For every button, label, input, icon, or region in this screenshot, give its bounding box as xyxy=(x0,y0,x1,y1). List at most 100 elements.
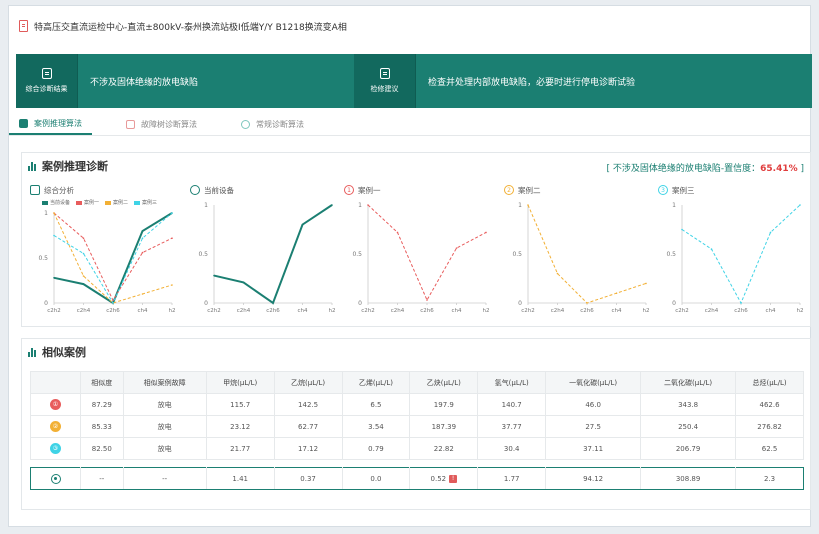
table-row[interactable]: ① 87.29 放电 115.7 142.5 6.5 197.9 140.7 46.0 343.8… xyxy=(30,393,804,416)
x-tick-label: c2h4 xyxy=(705,308,719,314)
result-tag-label: 综合诊断结果 xyxy=(25,85,68,93)
x-tick-label: c2h6 xyxy=(420,308,434,314)
table-cell: 250.4 xyxy=(640,415,737,438)
series-line xyxy=(53,212,173,305)
cloud-icon xyxy=(241,120,250,129)
tab-label: 常规诊断算法 xyxy=(256,120,304,129)
table-cell: 0.37 xyxy=(273,467,343,490)
y-tick-label: 1 xyxy=(518,202,522,209)
y-tick-label: 0.5 xyxy=(198,251,208,258)
data-point xyxy=(740,302,742,304)
y-tick-label: 1 xyxy=(44,210,48,217)
column-header: 乙烯(μL/L) xyxy=(341,371,411,394)
rank-cell: ② xyxy=(30,415,81,438)
tab-label: 故障树诊断算法 xyxy=(141,120,197,129)
rank-badge: ① xyxy=(50,399,61,410)
table-cell: 94.12 xyxy=(545,467,642,490)
table-cell: 276.82 xyxy=(735,415,804,438)
y-tick-label: 0.5 xyxy=(512,251,522,258)
y-tick-label: 0 xyxy=(518,300,522,307)
data-point xyxy=(272,302,274,304)
case-3-icon: 3 xyxy=(658,185,668,195)
cell-value: 1.41 xyxy=(232,474,248,483)
bar-chart-icon xyxy=(28,347,36,357)
current-device-cell xyxy=(30,467,81,490)
table-cell: 2.3 xyxy=(735,467,804,490)
data-point xyxy=(615,292,618,294)
table-cell: 140.7 xyxy=(477,393,547,416)
y-tick-label: 1 xyxy=(672,202,676,209)
case-reasoning-panel: 案例推理诊断 [ 不涉及固体绝缘的放电缺陷-置信度：65.41% ] 综合分析 … xyxy=(21,152,811,327)
data-point xyxy=(53,234,55,237)
current-device-row[interactable]: -- -- 1.41 0.37 0.0 0.52! 1.77 94.12 308.89 2.3 xyxy=(30,467,804,490)
panel-header: 相似案例 xyxy=(22,339,810,365)
tree-icon xyxy=(126,120,135,129)
advice-tag-label: 检修建议 xyxy=(370,85,399,93)
panel-title: 相似案例 xyxy=(42,346,86,359)
spacer-row xyxy=(31,460,804,468)
table-cell: 46.0 xyxy=(545,393,642,416)
table-cell: -- xyxy=(80,467,124,490)
chart-case-3: 3 案例三 0 0.5 1 c2h2 c2h4 c2h6 ch4 h2 xyxy=(658,183,808,323)
data-point xyxy=(53,277,55,279)
x-tick-label: ch4 xyxy=(451,308,462,314)
table-row[interactable]: ② 85.33 放电 23.12 62.77 3.54 187.39 37.77 27.5 250… xyxy=(30,415,804,438)
case-2-icon: 2 xyxy=(504,185,514,195)
copy-icon xyxy=(30,185,40,195)
data-point xyxy=(171,212,173,214)
table-cell: 0.52! xyxy=(409,467,479,490)
chart-case-1: 1 案例一 0 0.5 1 c2h2 c2h4 c2h6 ch4 h2 xyxy=(344,183,494,323)
table-cell: 30.4 xyxy=(477,437,547,460)
table-cell: 142.5 xyxy=(273,393,343,416)
y-tick-label: 0.5 xyxy=(38,255,48,262)
cell-value: 0.37 xyxy=(300,474,316,483)
table-row[interactable]: ③ 82.50 放电 21.77 17.12 0.79 22.82 30.4 37.11 206.… xyxy=(30,437,804,460)
rank-cell: ① xyxy=(30,393,81,416)
x-tick-label: c2h6 xyxy=(734,308,748,314)
data-point xyxy=(82,283,85,285)
table-cell: 462.6 xyxy=(735,393,804,416)
warning-icon[interactable]: ! xyxy=(449,474,458,483)
x-tick-label: c2h4 xyxy=(237,308,251,314)
conclusion-suffix: ] xyxy=(797,164,804,174)
data-point xyxy=(171,284,173,286)
table-cell: 17.12 xyxy=(273,437,343,460)
series-line xyxy=(53,212,173,304)
tab-case-reasoning[interactable]: 案例推理算法 xyxy=(9,114,92,135)
y-tick-label: 0.5 xyxy=(666,251,676,258)
table-cell: 37.11 xyxy=(545,437,642,460)
column-header: 乙烷(μL/L) xyxy=(273,371,343,394)
cell-value: 2.3 xyxy=(763,474,776,483)
case-icon xyxy=(19,119,28,128)
window-title: 特高压交直流运检中心-直流±800kV-泰州换流站极Ⅰ低端Y/Y B1218换流… xyxy=(34,22,347,33)
tab-conventional[interactable]: 常规诊断算法 xyxy=(231,114,314,135)
data-point xyxy=(112,299,114,302)
column-header: 相似度 xyxy=(80,371,124,394)
table-cell: 27.5 xyxy=(545,415,642,438)
chart-title: 案例一 xyxy=(358,185,381,195)
data-point xyxy=(799,204,801,206)
data-point xyxy=(367,204,369,206)
data-point xyxy=(527,204,529,206)
table-cell: 308.89 xyxy=(640,467,737,490)
data-point xyxy=(556,272,559,275)
cell-value: 0.0 xyxy=(370,474,382,483)
title-bar: 特高压交直流运检中心-直流±800kV-泰州换流站极Ⅰ低端Y/Y B1218换流… xyxy=(9,6,810,46)
table-cell: 62.5 xyxy=(735,437,804,460)
table-cell: 87.29 xyxy=(80,393,124,416)
data-point xyxy=(681,228,683,231)
diagnosis-conclusion: [ 不涉及固体绝缘的放电缺陷-置信度：65.41% ] xyxy=(607,161,805,174)
cell-value: -- xyxy=(99,474,105,483)
series-line xyxy=(527,204,647,304)
x-tick-label: h2 xyxy=(643,308,650,314)
data-point xyxy=(82,237,85,239)
y-tick-label: 0 xyxy=(204,300,208,307)
table-cell: 3.54 xyxy=(341,415,411,438)
table-cell: 343.8 xyxy=(640,393,737,416)
table-cell: 82.50 xyxy=(80,437,124,460)
data-point xyxy=(53,212,55,214)
series-line xyxy=(53,212,173,302)
table-cell: 37.77 xyxy=(477,415,547,438)
tab-fault-tree[interactable]: 故障树诊断算法 xyxy=(116,114,207,135)
chart-plot: 0 0.5 1 c2h2 c2h4 c2h6 ch4 h2 xyxy=(38,210,175,314)
